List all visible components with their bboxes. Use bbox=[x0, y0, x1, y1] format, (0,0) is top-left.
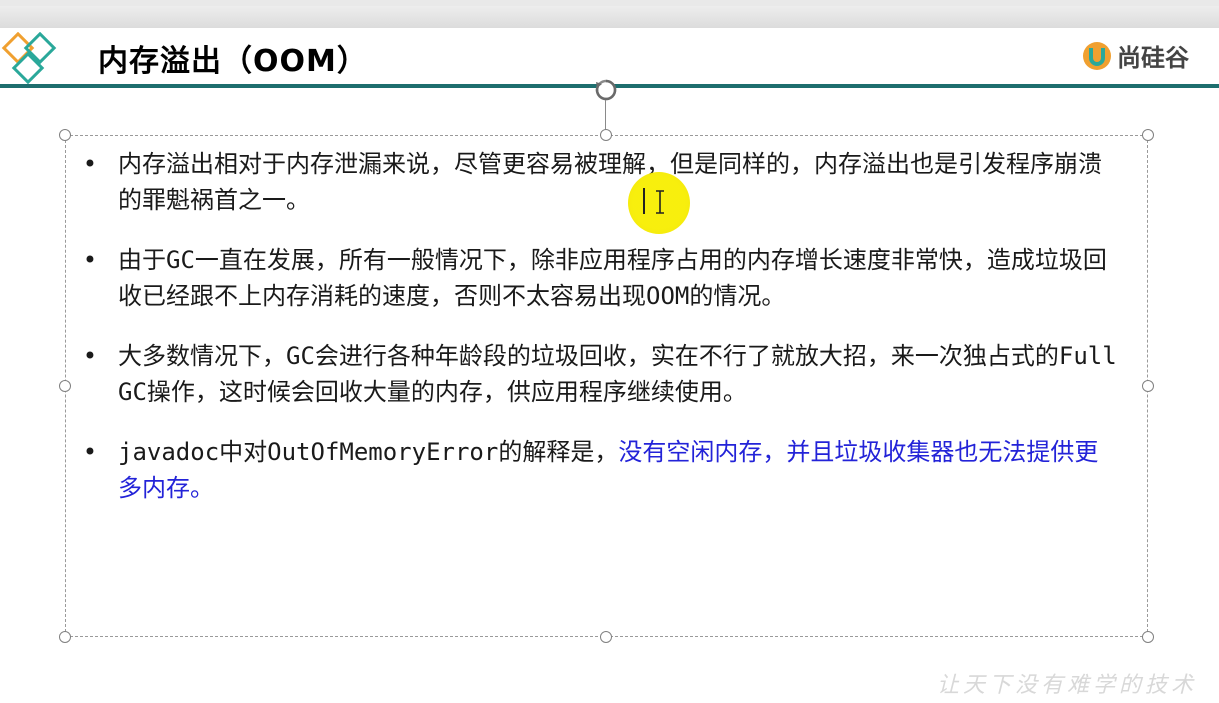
resize-handle-top-left[interactable] bbox=[59, 129, 71, 141]
bullet-dot: • bbox=[82, 246, 98, 274]
resize-handle-bottom-left[interactable] bbox=[59, 631, 71, 643]
resize-handle-top-right[interactable] bbox=[1142, 129, 1154, 141]
resize-handle-middle-right[interactable] bbox=[1142, 380, 1154, 392]
rotate-handle-icon[interactable] bbox=[594, 78, 618, 102]
bullet-dot: • bbox=[82, 150, 98, 178]
bullet-dot: • bbox=[82, 342, 98, 370]
bullet-list: • 内存溢出相对于内存泄漏来说，尽管更容易被理解，但是同样的，内存溢出也是引发程… bbox=[80, 146, 1120, 530]
bullet-item: • 大多数情况下，GC会进行各种年龄段的垃圾回收，实在不行了就放大招，来一次独占… bbox=[80, 338, 1120, 410]
slide-title: 内存溢出（OOM） bbox=[98, 44, 368, 79]
text-cursor-icon bbox=[656, 190, 664, 214]
bullet-item: • 内存溢出相对于内存泄漏来说，尽管更容易被理解，但是同样的，内存溢出也是引发程… bbox=[80, 146, 1120, 218]
bullet-item: • 由于GC一直在发展，所有一般情况下，除非应用程序占用的内存增长速度非常快，造… bbox=[80, 242, 1120, 314]
resize-handle-bottom-middle[interactable] bbox=[600, 631, 612, 643]
brand-logo: 尚硅谷 bbox=[1081, 38, 1189, 73]
brand-u-logo-icon bbox=[1083, 41, 1111, 70]
text-caret bbox=[643, 188, 645, 214]
diamond-logo-icon bbox=[1, 32, 57, 85]
bullet-item: • javadoc中对OutOfMemoryError的解释是，没有空闲内存，并… bbox=[80, 434, 1120, 506]
watermark: 让天下没有难学的技术 bbox=[936, 673, 1197, 698]
resize-handle-bottom-right[interactable] bbox=[1142, 631, 1154, 643]
bullet-text: 大多数情况下，GC会进行各种年龄段的垃圾回收，实在不行了就放大招，来一次独占式的… bbox=[118, 342, 1117, 406]
slide-canvas[interactable]: 内存溢出（OOM） 尚硅谷 • 内存溢出相对于内存泄漏来说，尽管更容易被理解，但… bbox=[0, 28, 1219, 703]
bullet-dot: • bbox=[82, 438, 98, 466]
resize-handle-middle-left[interactable] bbox=[59, 380, 71, 392]
bullet-text: javadoc中对OutOfMemoryError的解释是， bbox=[118, 438, 619, 466]
resize-handle-top-middle[interactable] bbox=[600, 129, 612, 141]
toolbar-edge bbox=[0, 0, 1219, 6]
app-toolbar-strip bbox=[0, 0, 1219, 29]
brand-name: 尚硅谷 bbox=[1117, 44, 1189, 72]
bullet-text: 由于GC一直在发展，所有一般情况下，除非应用程序占用的内存增长速度非常快，造成垃… bbox=[118, 246, 1107, 310]
bullet-text: 内存溢出相对于内存泄漏来说，尽管更容易被理解，但是同样的，内存溢出也是引发程序崩… bbox=[118, 150, 1102, 214]
